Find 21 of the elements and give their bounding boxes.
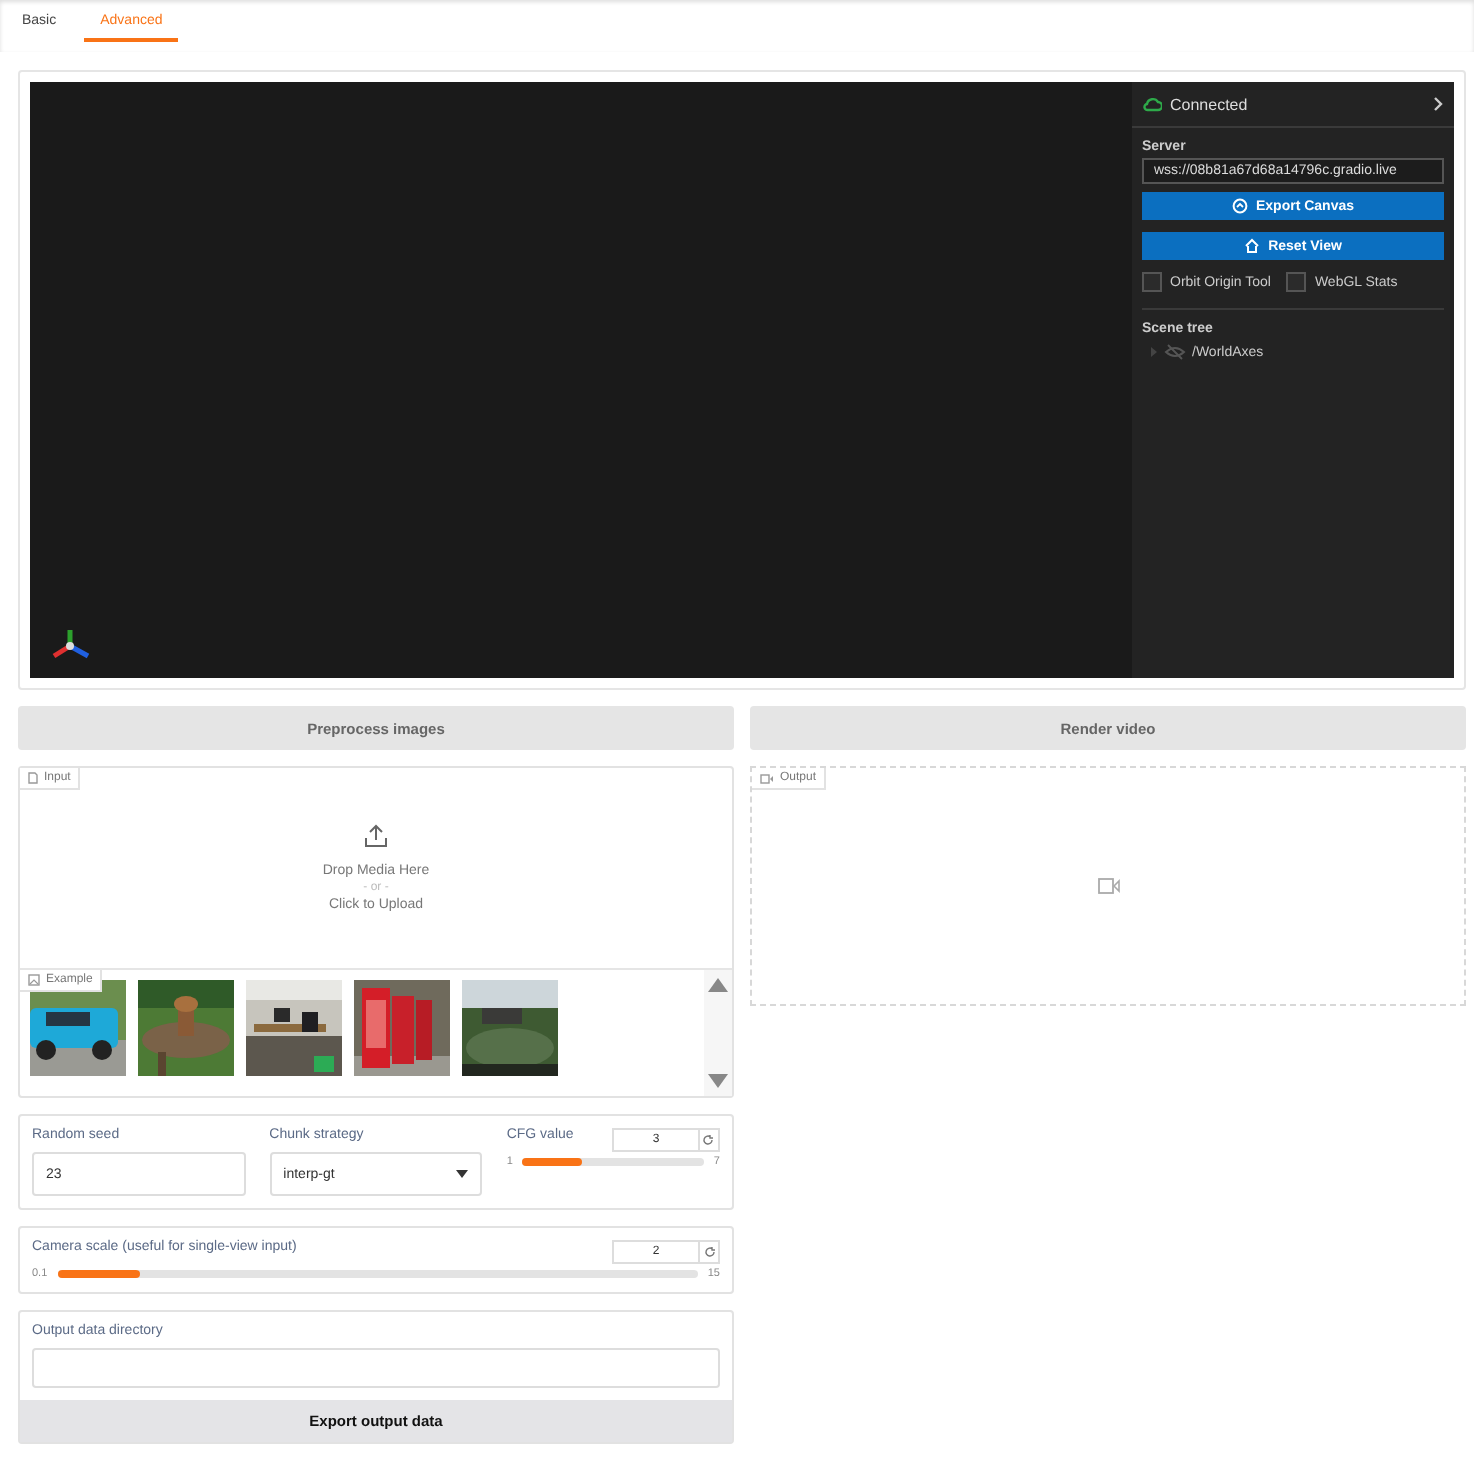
upload-icon: [364, 824, 388, 848]
export-icon: [1231, 198, 1248, 214]
directory-field[interactable]: [32, 1348, 720, 1388]
home-icon: [1244, 238, 1261, 254]
eye-off-icon[interactable]: [1164, 344, 1186, 360]
slider-fill[interactable]: [522, 1158, 583, 1166]
image-icon: [28, 974, 40, 986]
slider-fill[interactable]: [57, 1270, 141, 1278]
scroll-up-icon[interactable]: [708, 978, 728, 992]
axes-icon: [50, 626, 94, 662]
file-icon: [28, 772, 38, 784]
expand-icon[interactable]: [1150, 346, 1158, 358]
scroll-down-icon[interactable]: [708, 1074, 728, 1088]
connection-status: Connected: [1170, 95, 1250, 113]
caret-icon: [456, 1170, 469, 1178]
checkbox[interactable]: [1142, 272, 1162, 292]
video-icon: [1097, 878, 1119, 894]
cloud-icon: [1142, 96, 1162, 112]
checkbox[interactable]: [1286, 272, 1307, 292]
chevron-right-icon[interactable]: [1432, 96, 1444, 112]
video-icon: [760, 773, 774, 783]
